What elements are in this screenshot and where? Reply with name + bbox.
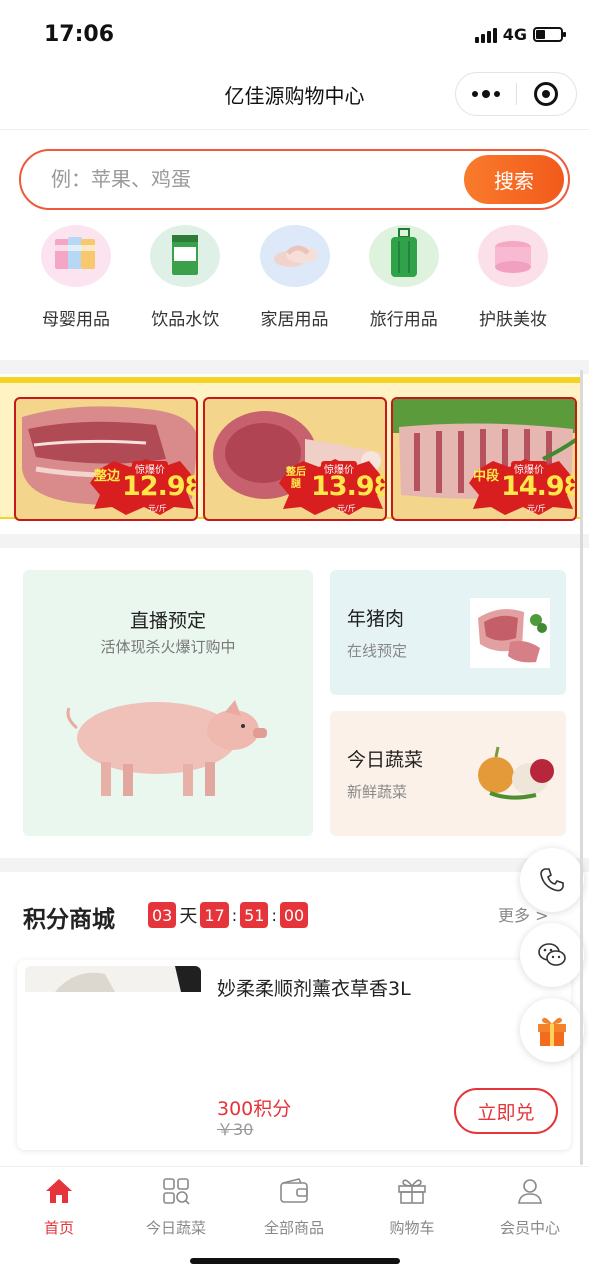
tab-all-products[interactable]: 全部商品 bbox=[239, 1175, 349, 1238]
banner-item[interactable]: 中段 惊爆价 14.98 元/斤 bbox=[391, 397, 577, 521]
section-divider bbox=[0, 534, 589, 548]
gift-box-icon bbox=[396, 1175, 428, 1207]
category-label: 家居用品 bbox=[260, 310, 329, 330]
battery-icon bbox=[533, 27, 566, 42]
price-unit: 元/斤 bbox=[337, 504, 356, 513]
more-options-icon[interactable] bbox=[456, 73, 516, 115]
phone-icon[interactable] bbox=[520, 848, 584, 912]
status-bar: 17:06 4G bbox=[0, 0, 589, 68]
price-value: 13.98 bbox=[311, 471, 387, 502]
category-drinks[interactable]: 饮品水饮 bbox=[131, 225, 239, 340]
product-image bbox=[25, 966, 201, 992]
wechat-icon[interactable] bbox=[520, 923, 584, 987]
price-burst: 中段 惊爆价 14.98 元/斤 bbox=[469, 459, 577, 515]
category-label: 护肤美妆 bbox=[479, 310, 547, 330]
promo-banner[interactable]: 整边 惊爆价 12.98 元/斤 整后腿 惊爆价 13.98 元/斤 中段 惊爆… bbox=[0, 377, 580, 521]
pig-image bbox=[66, 700, 267, 796]
category-home[interactable]: 家居用品 bbox=[241, 225, 349, 340]
signal-icon bbox=[474, 27, 497, 43]
category-label: 饮品水饮 bbox=[151, 310, 220, 330]
category-travel[interactable]: 旅行用品 bbox=[350, 225, 458, 340]
price-burst: 整边 惊爆价 12.98 元/斤 bbox=[90, 459, 198, 515]
price-burst: 整后腿 惊爆价 13.98 元/斤 bbox=[279, 459, 387, 515]
category-baby[interactable]: 母婴用品 bbox=[22, 225, 130, 340]
nav-bar: 亿佳源购物中心 bbox=[0, 68, 589, 130]
live-preorder-subtitle: 活体现杀火爆订购中 bbox=[100, 638, 236, 656]
close-target-icon[interactable] bbox=[516, 73, 576, 115]
tab-member[interactable]: 会员中心 bbox=[475, 1175, 585, 1238]
countdown-separator: : bbox=[271, 905, 277, 925]
home-indicator bbox=[190, 1258, 400, 1264]
milk-carton-icon bbox=[150, 225, 221, 287]
countdown-separator: : bbox=[231, 905, 238, 925]
countdown-timer: 03 天 17 : 51 : 00 bbox=[148, 902, 309, 928]
tab-today-veg[interactable]: 今日蔬菜 bbox=[121, 1175, 231, 1238]
price-value: 12.98 bbox=[122, 471, 198, 502]
redeem-button[interactable]: 立即兑 bbox=[454, 1088, 558, 1134]
pork-cut-image bbox=[470, 598, 550, 668]
price-unit: 元/斤 bbox=[527, 504, 546, 513]
points-product-card[interactable]: 妙柔柔顺剂薰衣草香3L 300积分 ￥30 立即兑 bbox=[17, 960, 571, 1150]
pork-card-subtitle: 在线预定 bbox=[347, 642, 408, 660]
countdown-days: 03 bbox=[148, 902, 177, 928]
diaper-pack-icon bbox=[41, 225, 111, 287]
user-icon bbox=[514, 1175, 546, 1207]
price-value: 14.98 bbox=[501, 471, 577, 502]
points-mall-title: 积分商城 bbox=[23, 907, 115, 933]
cut-name: 中段 bbox=[473, 469, 500, 484]
tab-label: 购物车 bbox=[389, 1219, 435, 1237]
category-beauty[interactable]: 护肤美妆 bbox=[459, 225, 567, 340]
home-icon bbox=[43, 1175, 75, 1207]
veg-card-subtitle: 新鲜蔬菜 bbox=[347, 783, 408, 801]
gift-icon[interactable] bbox=[520, 998, 584, 1062]
countdown-day-unit: 天 bbox=[179, 906, 198, 927]
mini-program-capsule bbox=[455, 72, 577, 116]
section-divider bbox=[0, 360, 589, 374]
scrollbar[interactable] bbox=[580, 370, 583, 1165]
live-preorder-title: 直播预定 bbox=[129, 610, 206, 632]
cut-name: 整后腿 bbox=[286, 467, 306, 490]
tab-cart[interactable]: 购物车 bbox=[357, 1175, 467, 1238]
category-row: 母婴用品 饮品水饮 家居用品 旅行用品 护肤美妆 bbox=[0, 225, 589, 340]
status-indicators: 4G bbox=[474, 25, 566, 44]
tab-label: 全部商品 bbox=[263, 1219, 324, 1237]
category-label: 母婴用品 bbox=[42, 310, 110, 330]
slipper-icon bbox=[259, 225, 330, 287]
pork-card-title: 年猪肉 bbox=[347, 608, 405, 630]
search-input[interactable] bbox=[51, 167, 431, 191]
search-button[interactable]: 搜索 bbox=[464, 155, 564, 204]
tab-label: 首页 bbox=[43, 1219, 74, 1237]
grid-search-icon bbox=[160, 1175, 192, 1207]
today-veg-card[interactable]: 今日蔬菜 新鲜蔬菜 bbox=[330, 711, 566, 836]
tab-label: 今日蔬菜 bbox=[145, 1219, 206, 1237]
price-unit: 元/斤 bbox=[148, 504, 167, 513]
new-year-pork-card[interactable]: 年猪肉 在线预定 bbox=[330, 570, 566, 695]
veg-card-title: 今日蔬菜 bbox=[347, 749, 424, 771]
status-time: 17:06 bbox=[44, 22, 115, 47]
suitcase-icon bbox=[368, 225, 439, 287]
wallet-icon bbox=[278, 1175, 310, 1207]
cut-name: 整边 bbox=[94, 469, 121, 484]
search-bar: 搜索 bbox=[19, 149, 570, 210]
category-label: 旅行用品 bbox=[369, 310, 438, 330]
banner-item[interactable]: 整后腿 惊爆价 13.98 元/斤 bbox=[203, 397, 387, 521]
countdown-hours: 17 bbox=[200, 902, 229, 928]
product-name: 妙柔柔顺剂薰衣草香3L bbox=[217, 978, 411, 1000]
tab-label: 会员中心 bbox=[499, 1219, 560, 1237]
product-original-price: ￥30 bbox=[217, 1120, 254, 1139]
countdown-minutes: 51 bbox=[240, 902, 269, 928]
section-divider bbox=[0, 858, 589, 872]
countdown-seconds: 00 bbox=[279, 902, 309, 928]
cream-jar-icon bbox=[478, 225, 548, 287]
vegetables-image bbox=[478, 746, 554, 800]
live-preorder-card[interactable]: 直播预定 活体现杀火爆订购中 bbox=[23, 570, 313, 836]
banner-item[interactable]: 整边 惊爆价 12.98 元/斤 bbox=[14, 397, 198, 521]
network-label: 4G bbox=[502, 25, 527, 44]
tab-home[interactable]: 首页 bbox=[4, 1175, 114, 1238]
